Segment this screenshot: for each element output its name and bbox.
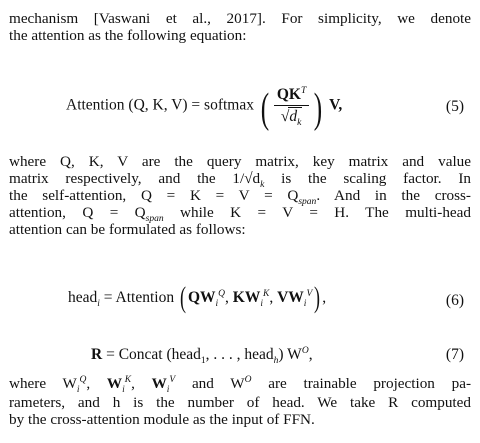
fraction: QKT √dk bbox=[273, 86, 310, 129]
paragraph-line: attention can be formulated as follows: bbox=[9, 221, 246, 238]
paragraph-line: the attention as the following equation: bbox=[9, 27, 247, 44]
eq5-lhs: Attention (Q, K, V) = softmax bbox=[66, 96, 254, 114]
fraction-denominator: √dk bbox=[280, 107, 303, 129]
paragraph-line: by the cross-attention module as the inp… bbox=[9, 411, 315, 428]
equation-number: (5) bbox=[445, 98, 464, 115]
equation-number: (7) bbox=[445, 346, 464, 363]
equation-number: (6) bbox=[445, 292, 464, 309]
paragraph-line: the self-attention, Q = K = V = Qspan. A… bbox=[9, 187, 471, 208]
paragraph-line: mechanism [Vaswani et al., 2017]. For si… bbox=[9, 10, 471, 27]
paragraph-line: rameters, and h is the number of head. W… bbox=[9, 394, 471, 411]
paragraph-line: where WiQ, VWiK, WiV and WO are trainabl… bbox=[9, 374, 472, 396]
paragraph-line: where Q, K, V are the query matrix, key … bbox=[9, 153, 471, 170]
equation-6: headi = Attention (QWiQ, KWiK, VWiV), bbox=[68, 281, 327, 314]
fraction-numerator: QKT bbox=[273, 86, 310, 106]
equation-5: Attention (Q, K, V) = softmax (QKT √dk) V… bbox=[66, 85, 343, 132]
eq5-tail: V, bbox=[329, 96, 343, 114]
paragraph-line: attention, Q = Qspan while K = V = H. Th… bbox=[9, 204, 471, 225]
paragraph-line: matrix respectively, and the 1/√dk is th… bbox=[9, 170, 471, 191]
equation-7: R = Concat (head1, . . . , headh) WO, bbox=[91, 345, 313, 367]
